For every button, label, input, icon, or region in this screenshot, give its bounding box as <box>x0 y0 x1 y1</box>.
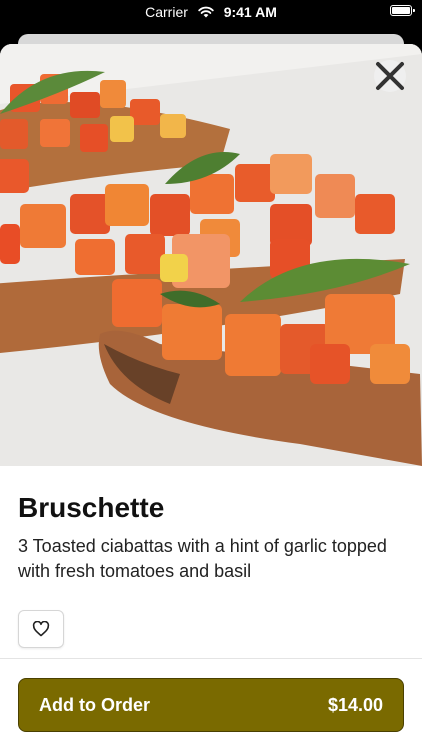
close-button[interactable] <box>374 60 406 92</box>
price-label: $14.00 <box>327 694 383 715</box>
wifi-icon <box>198 6 214 18</box>
product-title: Bruschette <box>18 492 165 523</box>
divider <box>0 658 422 659</box>
favorite-button[interactable] <box>18 610 64 648</box>
battery-icon <box>390 5 415 16</box>
status-bar: Carrier 9:41 AM <box>0 0 422 24</box>
product-image <box>0 44 422 466</box>
bruschetta-photo <box>0 44 422 466</box>
carrier-label: Carrier <box>145 4 188 20</box>
product-detail-sheet: Bruschette 3 Toasted ciabattas with a hi… <box>0 44 422 750</box>
clock: 9:41 AM <box>223 4 277 20</box>
heart-outline-icon <box>32 621 50 637</box>
add-to-order-button[interactable]: Add to Order $14.00 <box>18 678 404 732</box>
add-to-order-label: Add to Order <box>39 694 150 715</box>
product-description: 3 Toasted ciabattas with a hint of garli… <box>18 536 387 581</box>
close-icon <box>376 62 404 90</box>
